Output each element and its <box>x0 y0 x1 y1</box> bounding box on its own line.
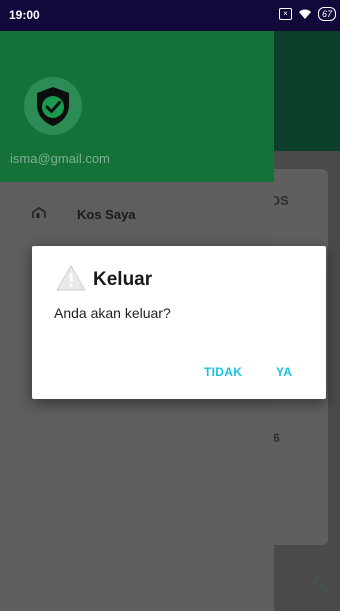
status-bar: 19:00 × 67 <box>0 0 340 31</box>
drawer-item-kos-saya[interactable]: Kos Saya <box>0 197 274 233</box>
drawer-item-label: Kos Saya <box>77 207 136 222</box>
dialog-message: Anda akan keluar? <box>54 305 171 321</box>
avatar <box>24 77 82 135</box>
search-icon: 🔍︎ <box>312 577 329 592</box>
battery-indicator: 67 <box>317 7 336 21</box>
drawer-header: isma@gmail.com <box>0 31 274 182</box>
home-icon <box>32 207 46 218</box>
ya-button[interactable]: YA <box>276 365 292 379</box>
dialog-title: Keluar <box>93 269 153 290</box>
shield-check-icon <box>37 87 69 126</box>
background-card-text: 6 <box>273 431 280 445</box>
tidak-button[interactable]: TIDAK <box>204 365 242 379</box>
status-icons: × 67 <box>278 7 336 21</box>
wifi-icon <box>298 9 311 19</box>
notification-icon: × <box>278 8 292 20</box>
drawer-email: isma@gmail.com <box>10 151 110 166</box>
warning-icon <box>56 265 86 291</box>
status-time: 19:00 <box>9 8 40 22</box>
logout-dialog: Keluar Anda akan keluar? TIDAK YA <box>32 246 326 399</box>
